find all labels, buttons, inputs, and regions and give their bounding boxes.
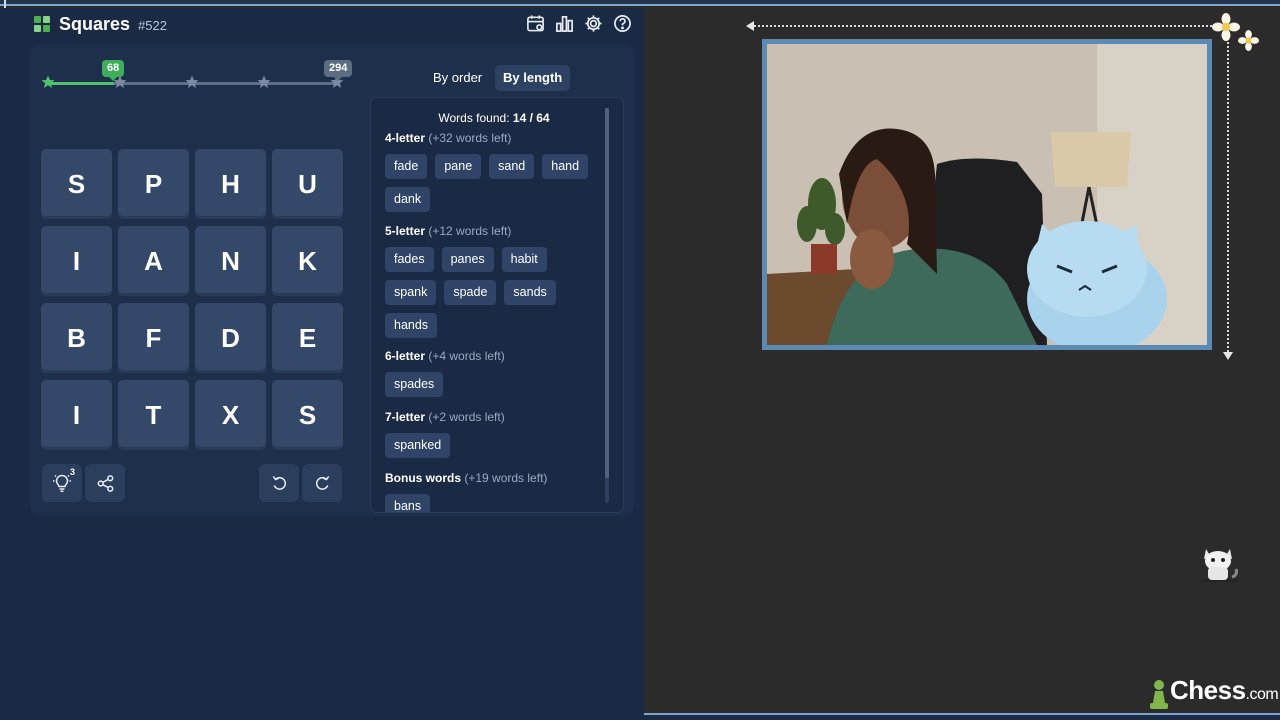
section-words-left: (+2 words left) <box>428 410 505 424</box>
lightbulb-icon <box>53 474 71 493</box>
dotted-frame-top <box>754 25 1224 27</box>
word-section-title: 7-letter (+2 words left) <box>385 410 605 424</box>
cat-mascot-icon <box>1202 549 1238 582</box>
chess-com-logo: Chess.com <box>1148 675 1279 710</box>
word-section: 5-letter (+12 words left) fades panes habit… <box>385 224 605 338</box>
webcam-feed <box>767 44 1207 345</box>
letter-tile[interactable]: H <box>195 149 266 219</box>
letter-tile[interactable]: D <box>195 303 266 373</box>
star-icon <box>185 75 199 88</box>
section-words-left: (+4 words left) <box>428 349 505 363</box>
found-word-chip[interactable]: bans <box>385 494 431 512</box>
letter-tile[interactable]: F <box>118 303 189 373</box>
found-word-chip[interactable]: spades <box>385 372 444 397</box>
found-word-chip[interactable]: habit <box>501 247 547 272</box>
word-section-title: 4-letter (+32 words left) <box>385 131 605 145</box>
words-found-counter: Words found: 14 / 64 <box>371 111 617 125</box>
brand-name: Chess <box>1170 675 1246 705</box>
found-word-chip[interactable]: fades <box>385 247 434 272</box>
game-title: Squares <box>59 14 131 34</box>
found-word-chip[interactable]: fade <box>385 154 428 179</box>
letter-tile[interactable]: U <box>272 149 343 219</box>
word-section: 7-letter (+2 words left) spanked <box>385 410 605 458</box>
webcam-scene <box>767 44 1207 345</box>
section-length-label: 7-letter <box>385 410 426 424</box>
word-section: 4-letter (+32 words left) fade pane sand han… <box>385 131 605 212</box>
letter-tile[interactable]: I <box>41 226 112 296</box>
letter-tile[interactable]: X <box>195 380 266 450</box>
letter-tile[interactable]: A <box>118 226 189 296</box>
brand-suffix: .com <box>1245 686 1279 703</box>
bottom-border <box>644 713 1280 720</box>
letter-tile[interactable]: S <box>41 149 112 219</box>
letter-tile[interactable]: I <box>41 380 112 450</box>
rotate-left-button[interactable] <box>259 464 299 502</box>
stats-icon[interactable] <box>554 12 574 34</box>
star-icon <box>257 75 271 88</box>
rotate-right-button[interactable] <box>302 464 342 502</box>
word-section-title: 6-letter (+4 words left) <box>385 349 605 363</box>
share-button[interactable] <box>85 464 125 502</box>
hint-button[interactable]: 3 <box>42 464 82 502</box>
found-words-panel: Words found: 14 / 64 4-letter (+32 words… <box>370 97 624 513</box>
help-icon[interactable] <box>612 12 632 34</box>
letter-tile[interactable]: B <box>41 303 112 373</box>
letter-tile[interactable]: T <box>118 380 189 450</box>
game-header: Squares #522 <box>34 12 634 38</box>
rotate-left-icon <box>272 475 286 490</box>
section-length-label: Bonus words <box>385 471 462 485</box>
top-border <box>0 0 1280 10</box>
found-word-chip[interactable]: hands <box>385 313 438 338</box>
calendar-icon[interactable] <box>525 12 545 34</box>
letter-tile[interactable]: K <box>272 226 343 296</box>
letter-tile[interactable]: P <box>118 149 189 219</box>
found-word-chip[interactable]: sands <box>504 280 556 305</box>
letter-grid: SPHUIANKBFDEITXS <box>41 149 345 450</box>
webcam-frame <box>762 39 1212 350</box>
words-found-value: 14 / 64 <box>512 111 550 125</box>
letter-tile[interactable]: S <box>272 380 343 450</box>
section-length-label: 4-letter <box>385 131 426 145</box>
scrollbar-thumb[interactable] <box>605 108 609 478</box>
section-length-label: 6-letter <box>385 349 426 363</box>
progress-fill <box>47 82 114 85</box>
dotted-frame-right <box>1227 30 1229 352</box>
arrow-down-icon <box>1223 352 1233 360</box>
found-word-chip[interactable]: spanked <box>385 433 451 458</box>
letter-tile[interactable]: E <box>272 303 343 373</box>
flower-icon <box>1238 30 1259 51</box>
word-section: 6-letter (+4 words left) spades <box>385 349 605 397</box>
pawn-icon <box>1150 680 1168 709</box>
arrow-left-icon <box>746 21 754 31</box>
found-word-chip[interactable]: pane <box>435 154 482 179</box>
max-score-badge: 294 <box>324 60 353 81</box>
sort-by-order-button[interactable]: By order <box>425 65 490 91</box>
word-section-title: 5-letter (+12 words left) <box>385 224 605 238</box>
found-word-chip[interactable]: panes <box>441 247 494 272</box>
letter-tile[interactable]: N <box>195 226 266 296</box>
section-words-left: (+32 words left) <box>428 131 512 145</box>
found-word-chip[interactable]: spank <box>385 280 437 305</box>
word-section: Bonus words (+19 words left) bans <box>385 471 605 512</box>
found-word-chip[interactable]: dank <box>385 187 431 212</box>
section-words-left: (+12 words left) <box>428 224 512 238</box>
flower-icon <box>1212 13 1240 41</box>
current-score-badge: 68 <box>102 60 125 81</box>
sort-by-length-button[interactable]: By length <box>495 65 571 91</box>
squares-logo-icon <box>34 16 51 33</box>
found-word-chip[interactable]: spade <box>444 280 497 305</box>
section-length-label: 5-letter <box>385 224 426 238</box>
hint-count: 3 <box>70 467 76 477</box>
found-word-chip[interactable]: sand <box>489 154 535 179</box>
settings-icon[interactable] <box>583 12 603 34</box>
word-section-title: Bonus words (+19 words left) <box>385 471 605 485</box>
rotate-right-icon <box>315 475 329 490</box>
puzzle-number: #522 <box>138 18 167 33</box>
score-progress: 68 294 <box>41 60 353 100</box>
section-words-left: (+19 words left) <box>464 471 548 485</box>
star-icon <box>41 75 55 88</box>
words-found-label: Words found: <box>438 111 510 125</box>
share-icon <box>97 474 113 492</box>
found-word-chip[interactable]: hand <box>542 154 589 179</box>
